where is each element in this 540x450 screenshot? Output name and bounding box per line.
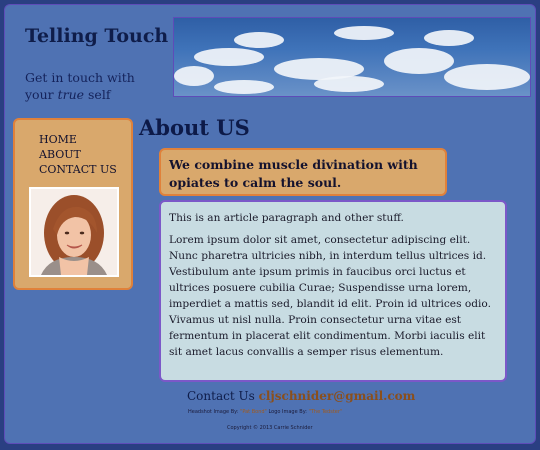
header-sky-banner	[173, 17, 531, 97]
footer-contact: Contact Us cljschnider@gmail.com	[187, 389, 415, 403]
article-paragraph: Lorem ipsum dolor sit amet, consectetur …	[169, 234, 491, 358]
credit-logo-name: "The Tedster"	[308, 409, 343, 415]
article-intro: This is an article paragraph and other s…	[169, 212, 404, 224]
contact-label: Contact Us	[187, 389, 259, 403]
copyright-text: Copyright © 2013 Carrie Schnider	[227, 425, 313, 431]
headshot-image	[31, 189, 117, 275]
site-tagline: Get in touch with your true self	[25, 69, 165, 103]
page-container: Telling Touch Get in touch with your tru…	[4, 4, 536, 444]
image-credits: Headshot Image By: "Pat Bond" Logo Image…	[188, 409, 342, 415]
article-body: This is an article paragraph and other s…	[159, 200, 507, 382]
contact-email-link[interactable]: cljschnider@gmail.com	[259, 389, 416, 403]
highlight-callout: We combine muscle divination with opiate…	[159, 148, 447, 196]
nav-item-home[interactable]: HOME	[39, 132, 117, 147]
tagline-emphasis: true	[57, 87, 85, 102]
credit-header-name: "Pat Bond"	[240, 409, 267, 415]
tagline-text-end: self	[84, 87, 111, 102]
credit-logo-label: Logo Image By:	[266, 409, 309, 415]
nav-item-contact-us[interactable]: CONTACT US	[39, 162, 117, 177]
credit-header-label: Headshot Image By:	[188, 409, 241, 415]
main-nav: HOME ABOUT CONTACT US	[15, 132, 117, 177]
site-title: Telling Touch	[25, 25, 169, 47]
page-title: About US	[139, 115, 250, 140]
profile-photo	[29, 187, 119, 277]
sidebar: HOME ABOUT CONTACT US	[13, 118, 133, 290]
nav-item-about[interactable]: ABOUT	[39, 147, 117, 162]
